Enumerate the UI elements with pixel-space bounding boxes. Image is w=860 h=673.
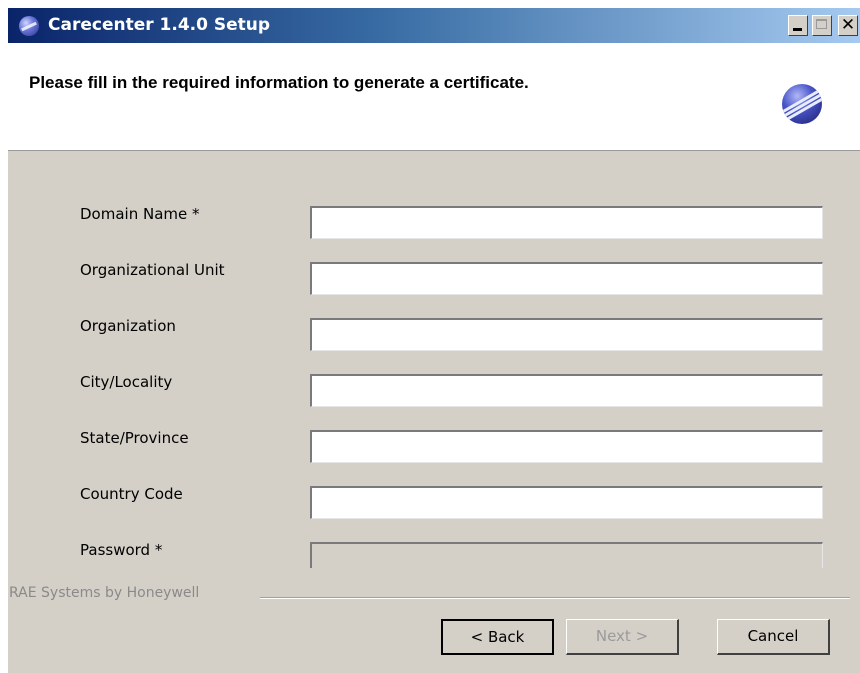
state-province-label: State/Province (80, 429, 189, 447)
setup-window: Carecenter 1.4.0 Setup ✕ Please fill in … (8, 8, 860, 673)
next-button: Next > (566, 619, 679, 655)
brand-label: RAE Systems by Honeywell (9, 585, 200, 601)
country-code-field[interactable] (310, 486, 823, 519)
close-icon: ✕ (840, 15, 856, 35)
wizard-header: Please fill in the required information … (8, 43, 860, 151)
minimize-icon (793, 28, 802, 31)
organization-label: Organization (80, 317, 176, 335)
window-title: Carecenter 1.4.0 Setup (48, 15, 271, 35)
header-instruction: Please fill in the required information … (29, 73, 529, 92)
minimize-button[interactable] (788, 15, 808, 36)
maximize-icon (816, 19, 827, 29)
organization-field[interactable] (310, 318, 823, 351)
footer-divider (260, 597, 850, 599)
city-locality-field[interactable] (310, 374, 823, 407)
app-logo-icon (19, 16, 39, 36)
state-province-field[interactable] (310, 430, 823, 463)
organizational-unit-label: Organizational Unit (80, 261, 225, 279)
country-code-label: Country Code (80, 485, 183, 503)
password-label: Password * (80, 541, 163, 559)
close-button[interactable]: ✕ (838, 15, 858, 36)
domain-name-label: Domain Name * (80, 205, 200, 223)
organizational-unit-field[interactable] (310, 262, 823, 295)
globe-logo-icon (782, 84, 822, 124)
title-bar[interactable]: Carecenter 1.4.0 Setup ✕ (8, 8, 860, 43)
maximize-button (812, 15, 832, 36)
back-button[interactable]: < Back (441, 619, 554, 655)
cancel-button[interactable]: Cancel (717, 619, 830, 655)
domain-name-field[interactable] (310, 206, 823, 239)
password-field (310, 542, 823, 568)
city-locality-label: City/Locality (80, 373, 173, 391)
